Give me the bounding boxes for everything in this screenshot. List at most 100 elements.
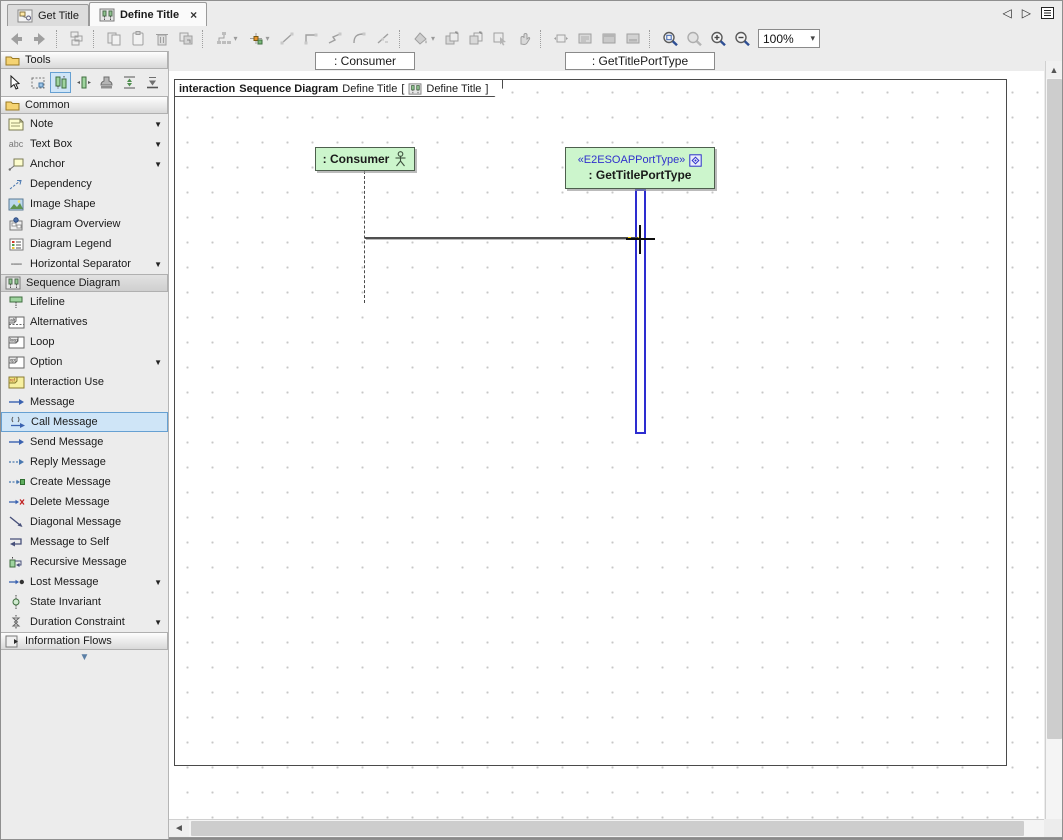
palette-item-note[interactable]: Note ▼ [1,114,168,134]
select-cursor-icon[interactable] [4,72,25,93]
display-mode-b-icon[interactable] [598,28,620,49]
palette-item-alternatives[interactable]: alt Alternatives [1,312,168,332]
tab-list-icon[interactable] [1041,7,1054,19]
palette-item-loop[interactable]: loop Loop [1,332,168,352]
send-backward-icon[interactable] [465,28,487,49]
call-message-line[interactable] [365,237,640,239]
palette-item-create-message[interactable]: Create Message [1,472,168,492]
dropdown-arrow-icon[interactable]: ▼ [154,578,165,587]
horizontal-scrollbar[interactable]: ◄ [169,819,1044,837]
zoom-out-icon[interactable] [731,28,753,49]
dropdown-arrow-icon[interactable]: ▼ [154,120,165,129]
palette-item-anchor[interactable]: Anchor ▼ [1,154,168,174]
marquee-select-icon[interactable] [27,72,48,93]
palette-item-reply-message[interactable]: Reply Message [1,452,168,472]
palette-item-delete-message[interactable]: Delete Message [1,492,168,512]
palette-item-message[interactable]: Message [1,392,168,412]
bring-forward-icon[interactable] [441,28,463,49]
zoom-original-icon[interactable] [683,28,705,49]
palette-item-horizontal-separator[interactable]: ---- Horizontal Separator ▼ [1,254,168,274]
palette-item-lifeline[interactable]: Lifeline [1,292,168,312]
floating-header-gettitleporttype[interactable]: : GetTitlePortType [565,52,715,70]
activation-adjust-icon[interactable] [73,72,94,93]
palette-item-message-to-self[interactable]: Message to Self [1,532,168,552]
palette-item-send-message[interactable]: Send Message [1,432,168,452]
zoom-region-icon[interactable] [659,28,681,49]
display-mode-c-icon[interactable] [622,28,644,49]
zoom-in-icon[interactable] [707,28,729,49]
call-message-icon [7,416,27,429]
forward-icon[interactable] [29,28,51,49]
back-icon[interactable] [5,28,27,49]
diagram-canvas-area[interactable]: : Consumer : GetTitlePortType interactio… [169,51,1062,840]
palette-section-tools[interactable]: Tools [1,51,168,69]
folder-icon [5,55,20,66]
activation-bars-icon[interactable] [50,72,71,93]
frame-bracket-open: [ [401,83,404,95]
layout-tree-icon[interactable]: ▾ [212,28,242,49]
palette-item-diagram-legend[interactable]: Diagram Legend [1,234,168,254]
actor-icon [394,151,407,167]
palette-item-diagonal-message[interactable]: Diagonal Message [1,512,168,532]
diagram-overview-icon [6,217,26,231]
distribute-vertical-icon[interactable] [119,72,140,93]
scroll-up-icon[interactable]: ▲ [1046,61,1062,78]
palette-item-image-shape[interactable]: Image Shape [1,194,168,214]
straight-line-style-icon[interactable] [276,28,298,49]
copy-icon[interactable] [103,28,125,49]
palette-item-recursive-message[interactable]: Recursive Message [1,552,168,572]
scroll-tabs-right-icon[interactable]: ▷ [1022,6,1031,20]
palette-item-diagram-overview[interactable]: Diagram Overview [1,214,168,234]
floating-header-consumer[interactable]: : Consumer [315,52,415,70]
paste-icon[interactable] [127,28,149,49]
palette-item-option[interactable]: opt Option ▼ [1,352,168,372]
frame-ref-name: Define Title [426,83,481,95]
palette-item-duration-constraint[interactable]: Duration Constraint ▼ [1,612,168,632]
lifeline-head-consumer[interactable]: : Consumer [315,147,415,171]
vertical-scrollbar-thumb[interactable] [1047,79,1062,739]
zoom-level-combobox[interactable]: 100% ▾ [758,29,820,48]
more-palette-items-chevron-icon[interactable]: ▼ [1,650,168,663]
stamp-mode-icon[interactable] [96,72,117,93]
palette-item-call-message[interactable]: Call Message [1,412,168,432]
palette-item-state-invariant[interactable]: State Invariant [1,592,168,612]
tab-define-title[interactable]: Define Title × [89,2,207,26]
dropdown-arrow-icon[interactable]: ▼ [154,358,165,367]
palette-item-dependency[interactable]: Dependency [1,174,168,194]
display-mode-a-icon[interactable] [574,28,596,49]
horizontal-scrollbar-thumb[interactable] [191,821,1024,836]
palette-section-information-flows[interactable]: Information Flows [1,632,168,650]
align-vertical-icon[interactable] [142,72,163,93]
fill-color-icon[interactable]: ▾ [409,28,439,49]
tab-get-title[interactable]: Get Title [7,4,89,26]
palette-item-text-box[interactable]: abc Text Box ▼ [1,134,168,154]
oblique-line-style-icon[interactable] [324,28,346,49]
palette-section-common[interactable]: Common [1,96,168,114]
dropdown-arrow-icon[interactable]: ▼ [154,160,165,169]
tab-scroll-controls: ◁ ▷ [1003,6,1054,20]
select-related-icon[interactable] [489,28,511,49]
paste-special-icon[interactable] [175,28,197,49]
dropdown-arrow-icon[interactable]: ▼ [154,260,165,269]
rectilinear-line-style-icon[interactable] [300,28,322,49]
palette-item-lost-message[interactable]: Lost Message ▼ [1,572,168,592]
custom-line-style-icon[interactable] [372,28,394,49]
dropdown-arrow-icon[interactable]: ▼ [154,618,165,627]
delete-icon[interactable] [151,28,173,49]
scroll-left-icon[interactable]: ◄ [169,820,189,837]
lifeline-head-gettitleporttype[interactable]: «E2ESOAPPortType» : GetTitlePortType [565,147,715,189]
dropdown-arrow-icon[interactable]: ▼ [154,140,165,149]
vertical-scrollbar[interactable]: ▲ [1045,61,1062,819]
folder-icon [5,100,20,111]
diagram-legend-icon [6,238,26,251]
palette-item-interaction-use[interactable]: ref Interaction Use [1,372,168,392]
scroll-tabs-left-icon[interactable]: ◁ [1003,6,1012,20]
quick-layout-icon[interactable]: ▾ [244,28,274,49]
grab-hand-icon[interactable] [513,28,535,49]
curved-line-style-icon[interactable] [348,28,370,49]
palette-section-sequence-diagram[interactable]: Sequence Diagram [1,274,168,292]
autosize-icon[interactable] [550,28,572,49]
close-tab-icon[interactable]: × [190,10,197,20]
interaction-frame-header[interactable]: interaction Sequence Diagram Define Titl… [175,80,503,97]
copy-structure-icon[interactable] [66,28,88,49]
